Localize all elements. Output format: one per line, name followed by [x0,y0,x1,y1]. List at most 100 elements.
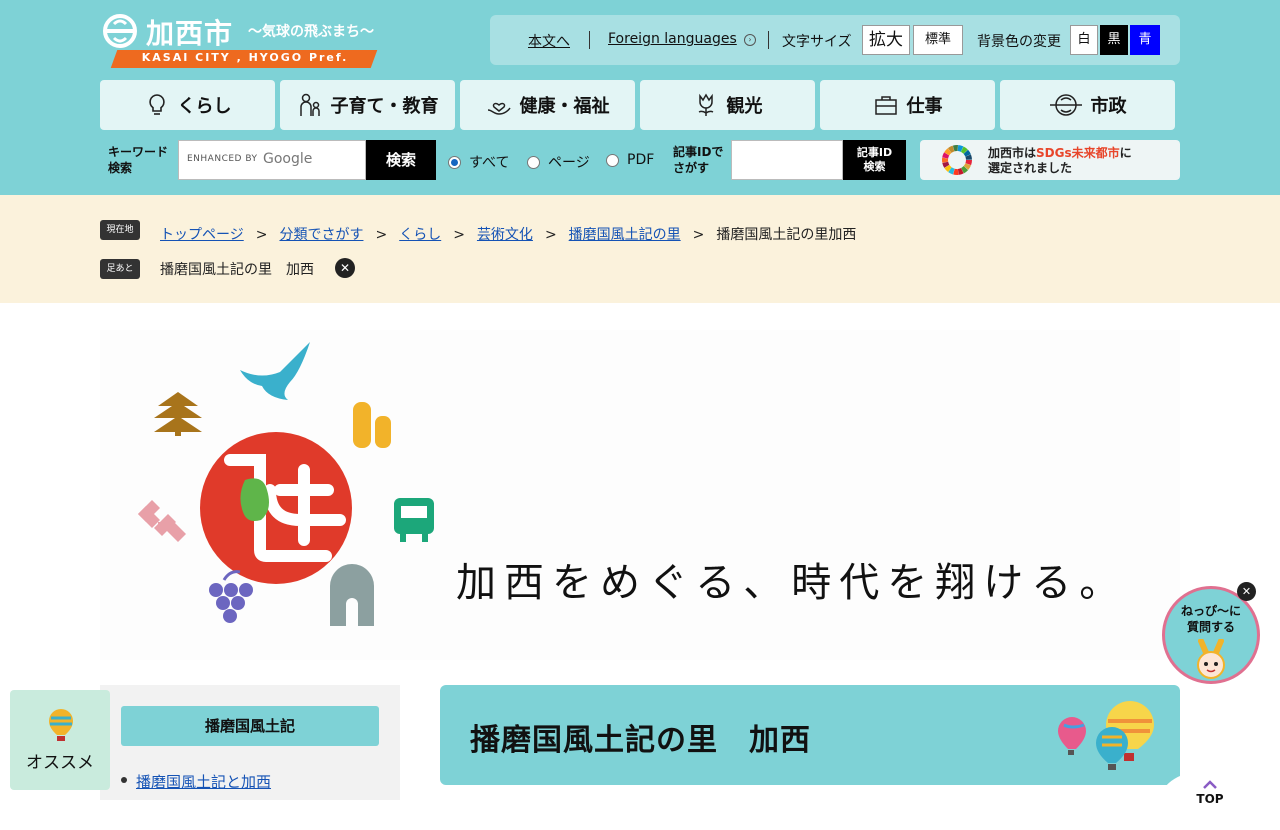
footprint-item[interactable]: 加西 [286,262,314,278]
utility-bar: 本文へ Foreign languages › 文字サイズ 拡大 標準 背景色の… [490,15,1180,65]
nav-kurashi[interactable]: くらし [100,80,275,130]
breadcrumb-link-kurashi[interactable]: くらし [399,227,441,243]
breadcrumb-link-top[interactable]: トップページ [160,227,244,243]
nav-label: 子育て・教育 [330,96,439,117]
nav-kenko[interactable]: 健康・福祉 [460,80,635,130]
sdgs-banner[interactable]: 加西市はSDGs未来都市に 選定されました [920,140,1180,180]
fudoki-illustration [138,342,434,626]
pine-tree-icon [154,392,202,436]
close-icon[interactable]: ✕ [1237,582,1256,601]
breadcrumb: トップページ > 分類でさがす > くらし > 芸術文化 > 播磨国風土記の里 > 播磨国風土記の里… [160,224,856,244]
radio-pdf[interactable]: PDF [606,152,654,168]
divider [589,31,590,49]
recommend-label: オススメ [26,753,94,773]
bg-black-button[interactable]: 黒 [1100,25,1128,55]
city-logo-icon [1049,94,1082,116]
haniwa-figures-icon [353,402,391,448]
radio-all[interactable]: すべて [448,152,509,172]
font-size-label: 文字サイズ [782,34,852,50]
bird-icon [240,342,310,400]
sdgs-text-a: 加西市は [988,146,1037,160]
nav-label: 観光 [726,96,763,117]
breadcrumb-link-category[interactable]: 分類でさがす [279,227,363,243]
breadcrumb-link-fudoki[interactable]: 播磨国風土記の里 [569,227,681,243]
briefcase-icon [874,96,897,115]
sdgs-text-c: に [1119,146,1132,160]
list-bullet [121,777,127,783]
radio-label: すべて [469,155,510,171]
close-icon[interactable]: ✕ [335,258,355,278]
article-id-label: 記事IDで さがす [673,144,723,176]
sidebar: 播磨国風土記 播磨国風土記と加西 [100,685,400,800]
hero-banner: 加西をめぐる、時代を翔ける。 [100,330,1180,660]
breadcrumb-link-arts[interactable]: 芸術文化 [477,227,533,243]
back-to-top-button[interactable]: TOP [1160,770,1260,830]
current-location-badge: 現在地 [100,220,140,240]
article-id-label-line2: さがす [673,161,710,175]
sdgs-text-emphasis: SDGs未来都市 [1036,146,1120,160]
bg-blue-button[interactable]: 青 [1130,25,1160,55]
breadcrumb-separator: > [453,227,465,243]
logo-title: 加西市 [146,17,234,50]
footprint-badge: 足あと [100,259,140,279]
windmill-icon [138,500,186,542]
logo-band-text: KASAI CITY , HYOGO Pref. [141,51,349,64]
google-watermark: Google [263,151,313,167]
article-id-btn-line1: 記事ID [856,146,893,159]
chevron-circle-icon: › [744,34,756,46]
caring-hand-icon [487,102,511,115]
nav-kosodate[interactable]: 子育て・教育 [280,80,455,130]
sdgs-text: 加西市はSDGs未来都市に 選定されました [988,146,1132,176]
sidebar-heading: 播磨国風土記 [121,706,379,746]
nav-shigoto[interactable]: 仕事 [820,80,995,130]
keyword-search-button[interactable]: 検索 [366,140,436,180]
back-to-top-label: TOP [1196,792,1224,806]
radio-dot [606,153,619,167]
enhanced-by-label: ENHANCED BY [187,154,258,164]
balloon-icon [49,709,73,741]
footprint-item[interactable]: 播磨国風土記の里 [160,262,272,278]
nav-shisei[interactable]: 市政 [1000,80,1175,130]
keyword-label-line2: 検索 [108,161,133,175]
breadcrumb-separator: > [375,227,388,243]
global-nav: くらし 子育て・教育 健康・福祉 観光 仕事 市政 [100,80,1180,130]
page-title-band: 播磨国風土記の里 加西 [440,685,1180,785]
tulip-icon [698,93,713,116]
radio-dot [527,155,540,169]
city-emblem-icon [103,14,137,48]
radio-page[interactable]: ページ [527,152,590,172]
bg-white-button[interactable]: 白 [1070,25,1098,55]
skip-to-content-link[interactable]: 本文へ [528,31,570,51]
sdgs-wheel-icon [942,145,972,175]
logo-tagline: ～気球の飛ぶまち～ [248,24,374,40]
chatbot-label-line2: 質問する [1186,620,1235,634]
keyword-label-line1: キーワード [108,145,169,159]
nav-label: くらし [177,96,232,117]
bg-color-label: 背景色の変更 [977,34,1061,50]
keyword-search-input[interactable]: ENHANCED BY Google [178,140,366,180]
breadcrumb-area: 現在地 トップページ > 分類でさがす > くらし > 芸術文化 > 播磨国風土記の里 > 播磨国風… [0,195,1280,303]
article-id-input[interactable] [731,140,843,180]
parent-child-icon [299,93,320,116]
hot-air-balloons-icon [1058,701,1154,770]
foreign-languages-link[interactable]: Foreign languages [608,31,737,47]
train-icon [394,498,434,542]
keyword-search-label: キーワード 検索 [108,144,168,176]
sdgs-text-line2: 選定されました [988,161,1073,175]
site-header: 加西市 ～気球の飛ぶまち～ KASAI CITY , HYOGO Pref. 本… [0,0,1280,195]
site-logo[interactable]: 加西市 ～気球の飛ぶまち～ KASAI CITY , HYOGO Pref. [100,12,380,70]
recommend-button[interactable]: オススメ [10,690,110,790]
font-size-standard-button[interactable]: 標準 [913,25,963,55]
breadcrumb-separator: > [255,227,268,243]
nav-label: 健康・福祉 [519,96,610,117]
font-size-large-button[interactable]: 拡大 [862,25,910,55]
sidebar-link[interactable]: 播磨国風土記と加西 [136,771,271,792]
article-id-search-button[interactable]: 記事ID 検索 [843,140,906,180]
grapes-icon [209,570,253,623]
chatbot-label: ねっぴ～に 質問する [1165,603,1257,635]
chevron-up-icon [1203,780,1217,789]
mascot-character-icon [1197,639,1225,679]
footprint-history: 播磨国風土記の里 加西 [160,259,328,279]
nav-kanko[interactable]: 観光 [640,80,815,130]
hero-catchphrase: 加西をめぐる、時代を翔ける。 [456,560,1128,606]
